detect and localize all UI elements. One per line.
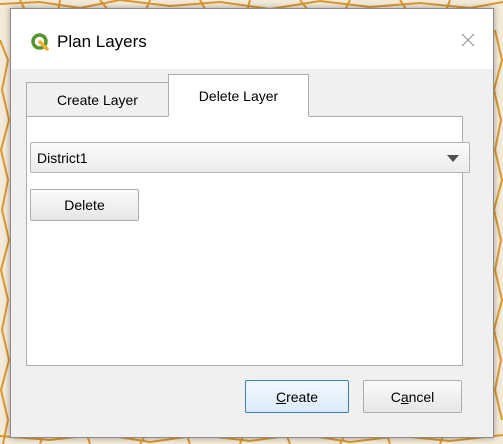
cancel-button-label: Cancel	[390, 388, 435, 405]
qgis-logo-icon	[31, 33, 49, 51]
delete-button[interactable]: Delete	[30, 189, 139, 221]
title-bar: Plan Layers	[11, 9, 493, 69]
delete-button-label: Delete	[64, 197, 105, 213]
cancel-button[interactable]: Cancel	[363, 380, 462, 413]
tab-create-layer[interactable]: Create Layer	[26, 82, 169, 116]
create-mnemonic: C	[275, 388, 287, 405]
dialog-title: Plan Layers	[57, 32, 147, 51]
tab-delete-layer[interactable]: Delete Layer	[168, 74, 309, 117]
create-button-label: Create	[275, 388, 319, 405]
layer-select-dropdown[interactable]: District1	[30, 142, 470, 173]
chevron-down-icon	[447, 155, 459, 162]
close-icon	[461, 33, 475, 47]
tab-delete-layer-label: Delete Layer	[198, 87, 279, 104]
tab-create-layer-label: Create Layer	[57, 91, 138, 108]
create-button[interactable]: Create	[245, 380, 349, 413]
layer-select-value: District1	[37, 150, 88, 166]
cancel-mnemonic: a	[400, 388, 409, 405]
close-button[interactable]	[453, 25, 483, 55]
